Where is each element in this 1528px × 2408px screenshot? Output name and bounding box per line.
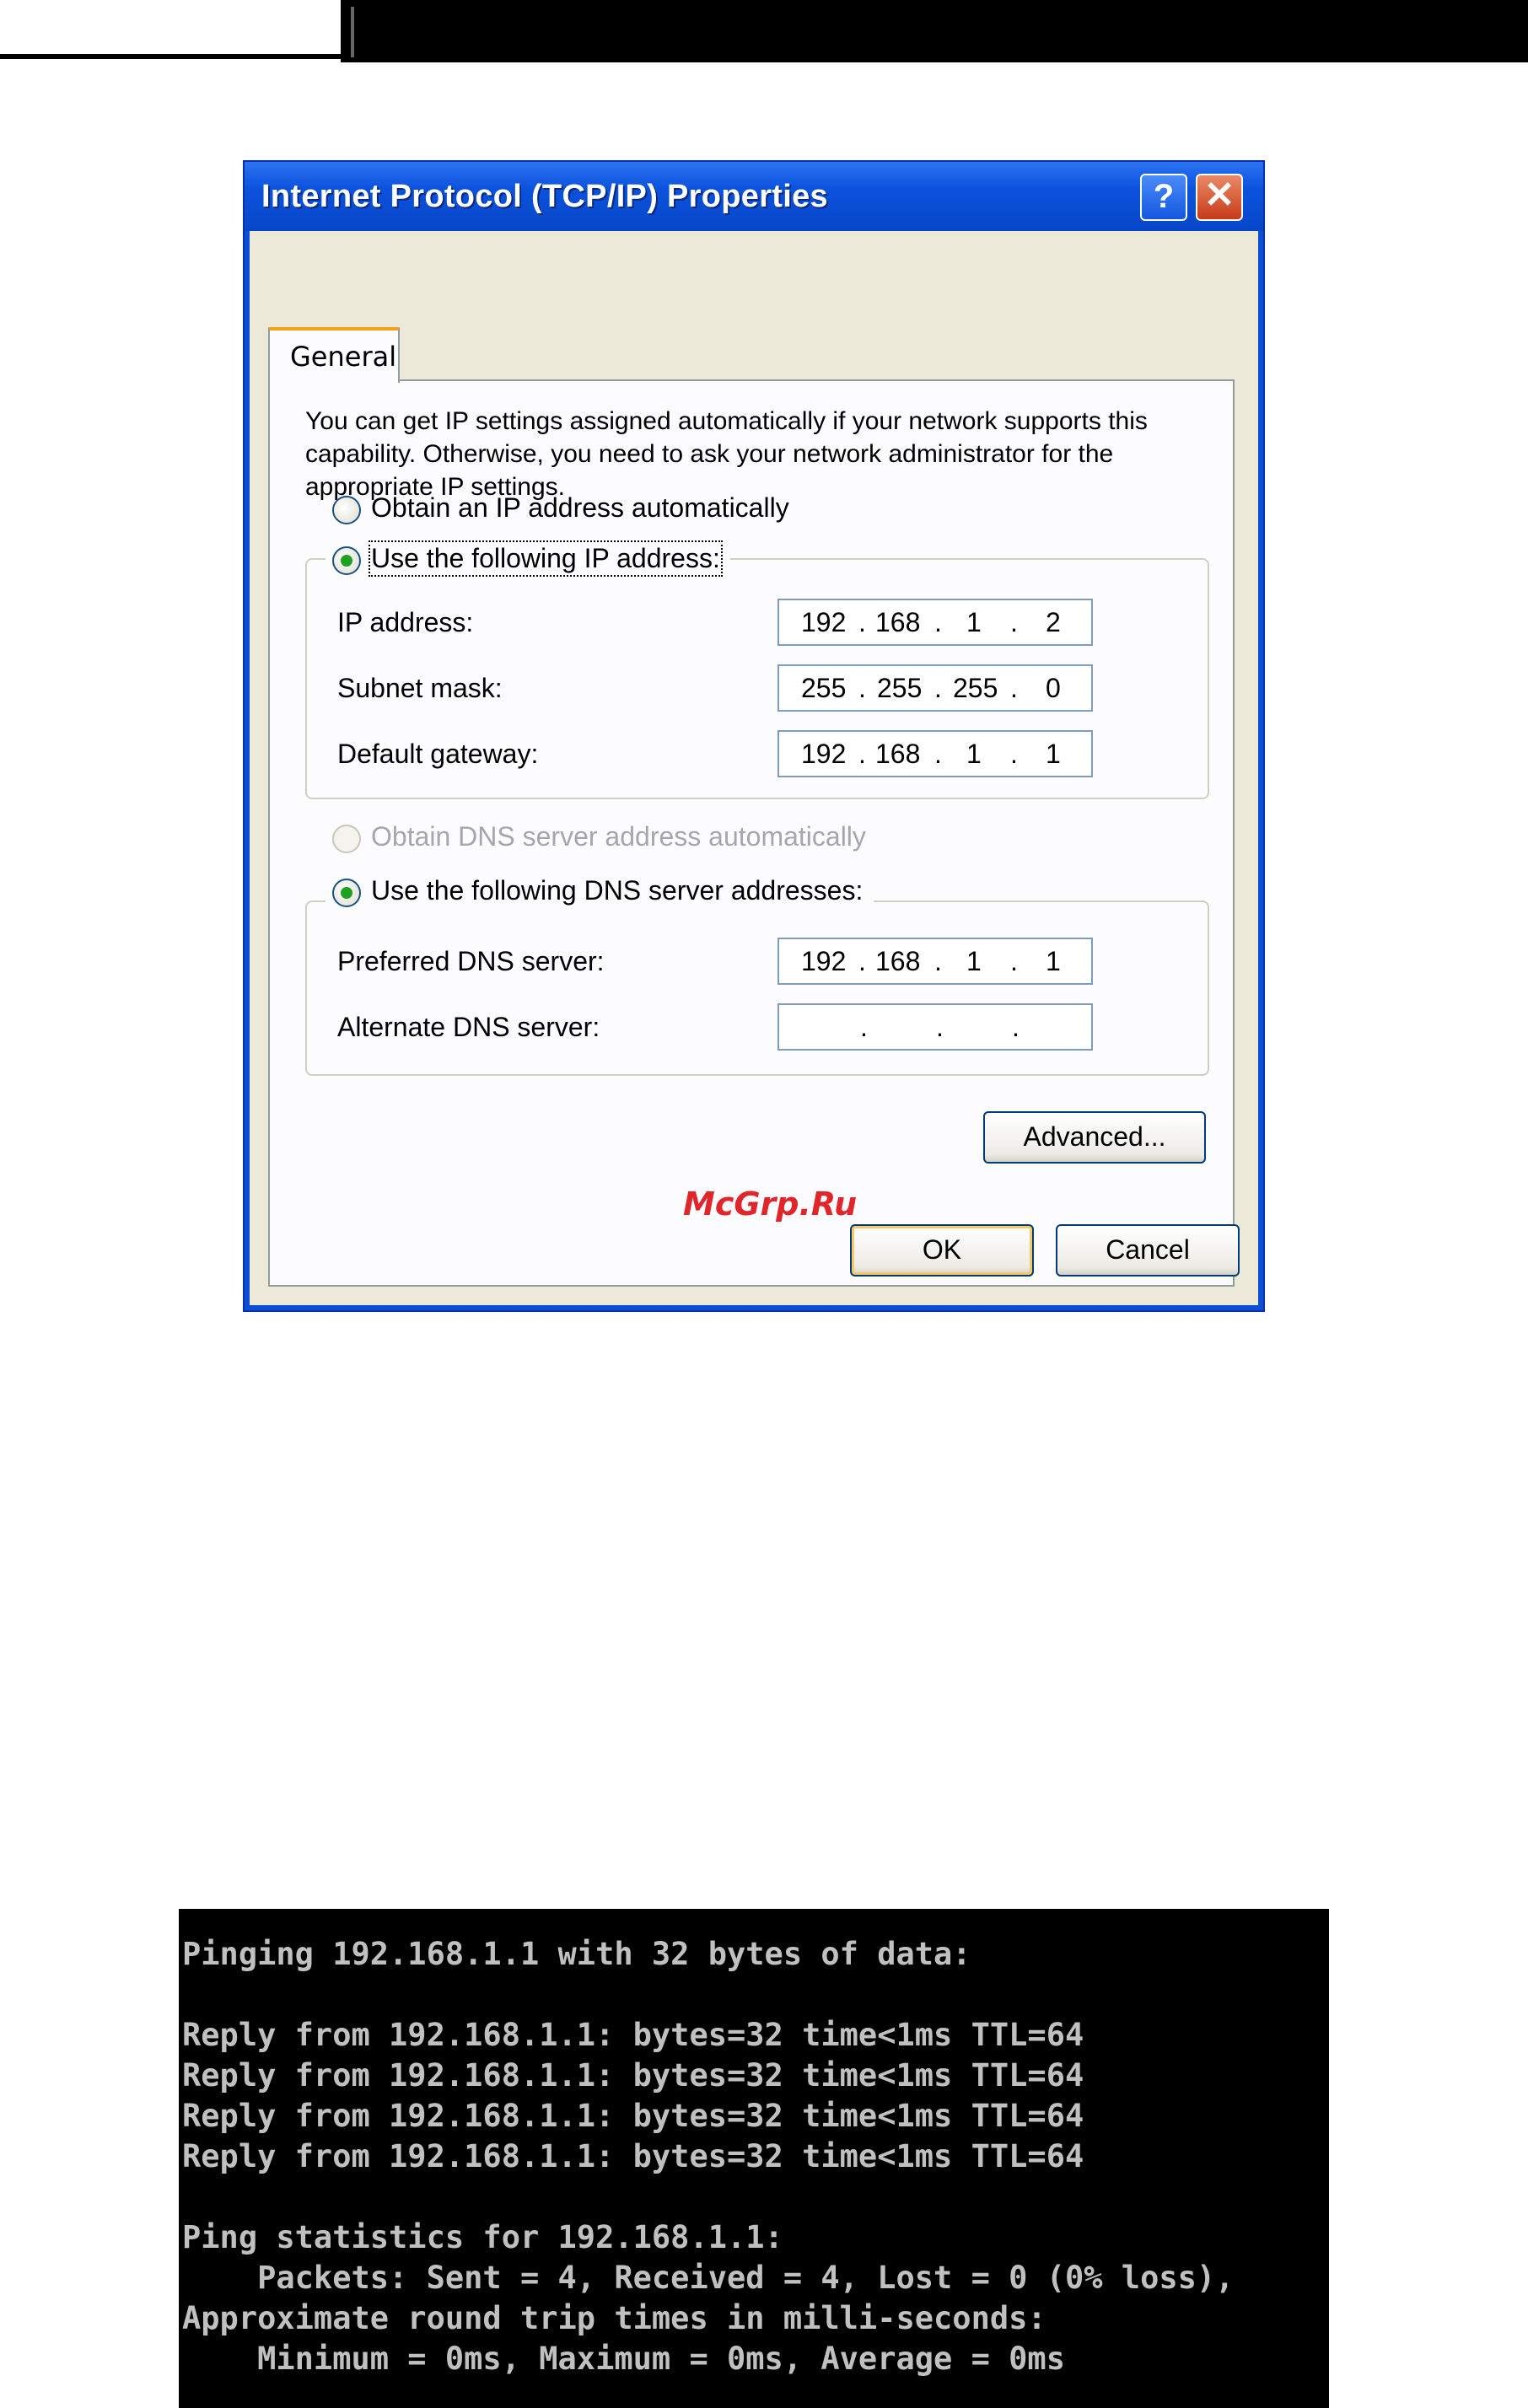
- console-line: Ping statistics for 192.168.1.1:: [182, 2219, 783, 2255]
- subnet-mask-label: Subnet mask:: [337, 673, 503, 703]
- dns-manual-label[interactable]: Use the following DNS server addresses:: [371, 875, 863, 906]
- dns-manual-radio[interactable]: [332, 879, 361, 907]
- dialog-client-area: General You can get IP settings assigned…: [250, 231, 1258, 1305]
- mask-octet-1: 255: [801, 673, 847, 703]
- ok-button[interactable]: OK: [850, 1224, 1034, 1277]
- ip-dot: .: [860, 1012, 868, 1042]
- console-line: Reply from 192.168.1.1: bytes=32 time<1m…: [182, 2098, 1084, 2134]
- ip-dot: .: [1010, 673, 1018, 703]
- mask-octet-3: 255: [953, 673, 998, 703]
- console-line: Reply from 192.168.1.1: bytes=32 time<1m…: [182, 2057, 1084, 2094]
- ip-dot: .: [1010, 739, 1018, 769]
- ip-dot: .: [934, 673, 942, 703]
- ip-dot: .: [936, 1012, 944, 1042]
- alternate-dns-field[interactable]: . . .: [777, 1003, 1093, 1051]
- ip-dot: .: [1010, 946, 1018, 976]
- page-header-separator: [351, 7, 354, 57]
- gw-octet-4: 1: [1046, 739, 1061, 769]
- ping-console: Pinging 192.168.1.1 with 32 bytes of dat…: [179, 1909, 1329, 2408]
- ip-dot: .: [934, 946, 942, 976]
- console-line: Reply from 192.168.1.1: bytes=32 time<1m…: [182, 2017, 1084, 2053]
- pdns-octet-2: 168: [875, 946, 921, 976]
- ip-octet-3: 1: [966, 607, 982, 637]
- subnet-mask-field[interactable]: 255 . 255 . 255 . 0: [777, 664, 1093, 712]
- ip-address-field[interactable]: 192 . 168 . 1 . 2: [777, 599, 1093, 646]
- ip-octet-2: 168: [875, 607, 921, 637]
- ip-dot: .: [1010, 607, 1018, 637]
- tcpip-properties-dialog: Internet Protocol (TCP/IP) Properties ? …: [243, 160, 1265, 1312]
- alternate-dns-label: Alternate DNS server:: [337, 1012, 600, 1042]
- default-gateway-label: Default gateway:: [337, 739, 539, 769]
- advanced-button[interactable]: Advanced...: [983, 1111, 1206, 1164]
- console-line: Packets: Sent = 4, Received = 4, Lost = …: [182, 2260, 1235, 2296]
- dns-auto-radio[interactable]: [332, 825, 361, 853]
- preferred-dns-field[interactable]: 192 . 168 . 1 . 1: [777, 938, 1093, 985]
- ip-octet-4: 2: [1046, 607, 1061, 637]
- ip-dot: .: [858, 607, 866, 637]
- console-line: Approximate round trip times in milli-se…: [182, 2300, 1046, 2336]
- tab-general-label: General: [290, 341, 397, 373]
- pdns-octet-4: 1: [1046, 946, 1061, 976]
- gw-octet-1: 192: [801, 739, 847, 769]
- mask-octet-2: 255: [877, 673, 923, 703]
- ip-manual-label[interactable]: Use the following IP address:: [369, 540, 723, 577]
- pdns-octet-1: 192: [801, 946, 847, 976]
- ip-dot: .: [1012, 1012, 1020, 1042]
- mask-octet-4: 0: [1046, 673, 1061, 703]
- ip-address-label: IP address:: [337, 607, 474, 637]
- ip-manual-radio[interactable]: [332, 546, 361, 575]
- page-header-left: [0, 0, 341, 59]
- close-button[interactable]: ✕: [1196, 174, 1243, 221]
- console-line: Minimum = 0ms, Maximum = 0ms, Average = …: [182, 2341, 1065, 2377]
- console-line: Reply from 192.168.1.1: bytes=32 time<1m…: [182, 2138, 1084, 2174]
- dialog-title: Internet Protocol (TCP/IP) Properties: [261, 179, 828, 214]
- ip-dot: .: [934, 607, 942, 637]
- intro-text: You can get IP settings assigned automat…: [305, 407, 1148, 501]
- help-button[interactable]: ?: [1140, 174, 1187, 221]
- ip-dot: .: [858, 946, 866, 976]
- gw-octet-3: 1: [966, 739, 982, 769]
- dns-auto-label[interactable]: Obtain DNS server address automatically: [371, 821, 866, 852]
- ip-auto-label[interactable]: Obtain an IP address automatically: [371, 492, 789, 524]
- cancel-button[interactable]: Cancel: [1056, 1224, 1240, 1277]
- default-gateway-field[interactable]: 192 . 168 . 1 . 1: [777, 730, 1093, 777]
- console-line: Pinging 192.168.1.1 with 32 bytes of dat…: [182, 1936, 971, 1972]
- page-header-bar: [341, 0, 1528, 62]
- watermark-text: McGrp.Ru: [683, 1185, 858, 1223]
- gw-octet-2: 168: [875, 739, 921, 769]
- title-bar[interactable]: Internet Protocol (TCP/IP) Properties ? …: [245, 162, 1263, 231]
- pdns-octet-3: 1: [966, 946, 982, 976]
- ip-octet-1: 192: [801, 607, 847, 637]
- tab-general[interactable]: General: [268, 327, 400, 383]
- ip-auto-radio[interactable]: [332, 496, 361, 524]
- ip-dot: .: [858, 739, 866, 769]
- preferred-dns-label: Preferred DNS server:: [337, 946, 605, 976]
- ip-dot: .: [934, 739, 942, 769]
- ip-dot: .: [858, 673, 866, 703]
